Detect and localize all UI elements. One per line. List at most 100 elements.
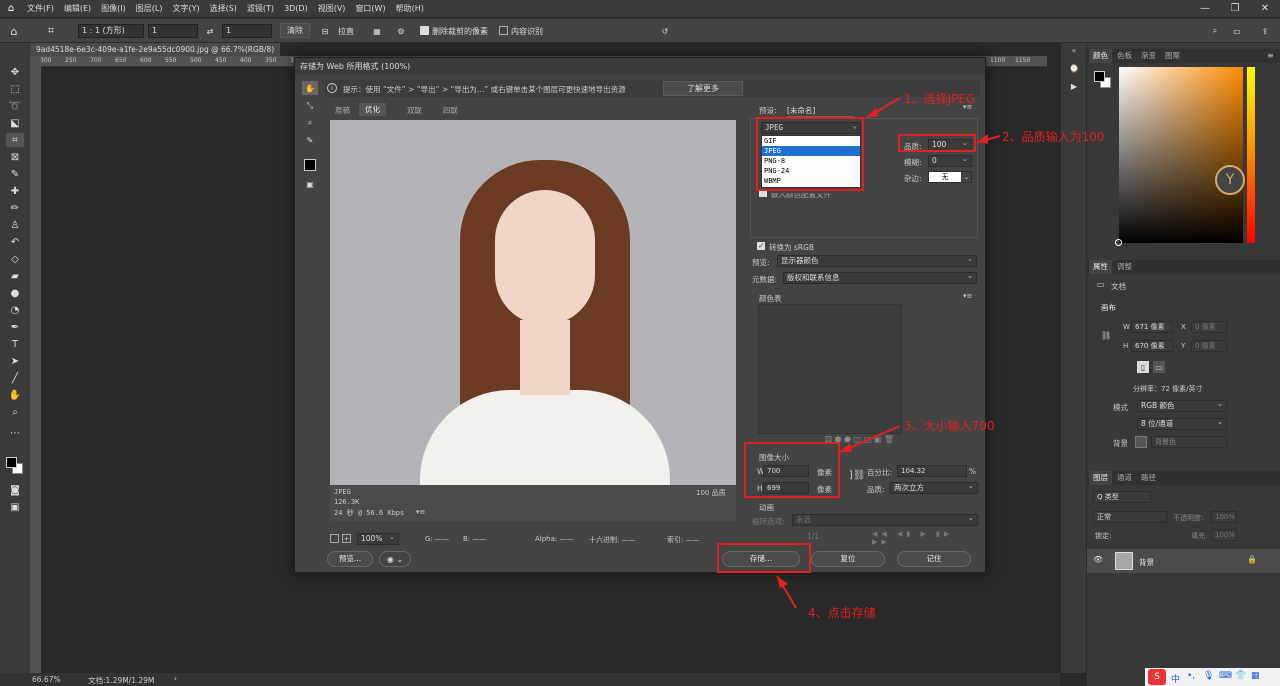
delete-cropped-checkbox[interactable]	[420, 26, 429, 35]
brush-tool-icon[interactable]: ✏	[6, 201, 24, 215]
tab-2up[interactable]: 双联	[407, 105, 422, 116]
depth-select[interactable]: 8 位/通道	[1137, 417, 1227, 430]
tab-channels[interactable]: 通道	[1113, 471, 1136, 485]
sogou-icon[interactable]: S	[1148, 669, 1166, 685]
history-icon[interactable]: ⌚	[1067, 61, 1081, 75]
object-select-tool-icon[interactable]: ⬕	[6, 116, 24, 130]
mic-icon[interactable]: 🎙	[1203, 671, 1214, 681]
tab-optimized[interactable]: 优化	[359, 103, 386, 116]
straighten-icon[interactable]: ⊟	[318, 24, 332, 38]
zoom-tool-icon[interactable]: ⌕	[302, 116, 318, 130]
menu-window[interactable]: 窗口(W)	[350, 3, 390, 14]
healing-tool-icon[interactable]: ✚	[6, 184, 24, 198]
opacity-field[interactable]: 100%	[1211, 511, 1237, 523]
keyboard-icon[interactable]: ⌨	[1219, 671, 1232, 681]
resample-select[interactable]: 两次立方	[890, 481, 978, 494]
canvas-width-field[interactable]: 671 像素	[1131, 321, 1173, 333]
menu-help[interactable]: 帮助(H)	[391, 3, 429, 14]
reset-icon[interactable]: ↺	[658, 24, 672, 38]
screen-mode-icon[interactable]: ▣	[6, 500, 24, 514]
eyedropper-color-swatch[interactable]	[304, 159, 316, 171]
gear-icon[interactable]: ⚙	[394, 24, 408, 38]
dodge-tool-icon[interactable]: ◔	[6, 303, 24, 317]
tab-4up[interactable]: 四联	[443, 105, 458, 116]
menu-image[interactable]: 图像(I)	[96, 3, 131, 14]
crop-tool-icon[interactable]: ⌗	[6, 133, 24, 147]
blur-field[interactable]: 0	[928, 154, 972, 167]
loop-select[interactable]: 永远	[792, 513, 978, 526]
apps-icon[interactable]: ▦	[1251, 671, 1260, 681]
path-select-icon[interactable]: ➤	[6, 354, 24, 368]
color-table-menu-icon[interactable]: ▾≡	[963, 292, 972, 300]
menu-type[interactable]: 文字(Y)	[167, 3, 204, 14]
swap-icon[interactable]: ⇄	[203, 24, 217, 38]
background-select[interactable]: 背景色	[1151, 436, 1227, 448]
metadata-select[interactable]: 版权和联系信息	[783, 271, 977, 284]
canvas-y-field[interactable]: 0 像素	[1191, 340, 1227, 352]
quick-mask-icon[interactable]: ◙	[6, 483, 24, 497]
tab-pattern[interactable]: 图案	[1161, 49, 1184, 63]
menu-filter[interactable]: 滤镜(T)	[242, 3, 279, 14]
tab-gradient[interactable]: 渐变	[1137, 49, 1160, 63]
search-icon[interactable]: ⌕	[1208, 24, 1222, 38]
color-picker-handle[interactable]	[1115, 239, 1122, 246]
ime-punct-icon[interactable]: •,	[1187, 671, 1195, 681]
hand-tool-icon[interactable]: ✋	[6, 388, 24, 402]
restore-button[interactable]: ❐	[1220, 0, 1250, 18]
ratio-width-field[interactable]: 1	[148, 24, 198, 38]
menu-layer[interactable]: 图层(L)	[131, 3, 168, 14]
fg-swatch[interactable]	[1094, 71, 1105, 82]
slice-select-icon[interactable]: ⤡	[302, 99, 318, 113]
tab-swatches[interactable]: 色板	[1113, 49, 1136, 63]
blend-mode-select[interactable]: 正常	[1093, 511, 1167, 523]
tab-original[interactable]: 原稿	[335, 105, 350, 116]
marquee-tool-icon[interactable]: ⬚	[6, 82, 24, 96]
tab-layers[interactable]: 图层	[1089, 471, 1112, 485]
layer-filter-select[interactable]: Q 类型	[1093, 491, 1151, 503]
ime-language[interactable]: 中	[1171, 672, 1180, 685]
menu-view[interactable]: 视图(V)	[313, 3, 351, 14]
canvas-height-field[interactable]: 670 像素	[1131, 340, 1173, 352]
tab-paths[interactable]: 路径	[1137, 471, 1160, 485]
zoom-tool-icon[interactable]: ⌕	[6, 405, 24, 419]
gradient-tool-icon[interactable]: ▰	[6, 269, 24, 283]
content-aware-checkbox[interactable]	[499, 26, 508, 35]
fill-field[interactable]: 100%	[1211, 529, 1237, 541]
toggle-slices-icon[interactable]: ▣	[303, 178, 317, 190]
reset-button[interactable]: 复位	[811, 551, 885, 567]
percent-field[interactable]: 104.32	[897, 465, 967, 477]
skin-icon[interactable]: 👕	[1235, 671, 1246, 681]
ratio-height-field[interactable]: 1	[222, 24, 272, 38]
move-tool-icon[interactable]: ✥	[6, 65, 24, 79]
type-tool-icon[interactable]: T	[6, 337, 24, 351]
matte-select[interactable]: 无 ⌄	[928, 171, 972, 183]
tab-adjustments[interactable]: 调整	[1113, 260, 1136, 274]
workspace-icon[interactable]: ▭	[1230, 24, 1244, 38]
share-icon[interactable]: ⇪	[1258, 24, 1272, 38]
preset-value[interactable]: [未命名]	[787, 105, 853, 117]
portrait-icon[interactable]: ▯	[1137, 361, 1149, 373]
constrain-link-icon[interactable]: ]⛓	[849, 470, 866, 481]
link-icon[interactable]: ⛓	[1101, 331, 1111, 340]
play-icon[interactable]: ▶	[1067, 79, 1081, 93]
menu-select[interactable]: 选择(S)	[205, 3, 242, 14]
straighten-label[interactable]: 拉直	[338, 26, 354, 37]
zoom-minus-button[interactable]	[330, 534, 339, 543]
mode-select[interactable]: RGB 颜色	[1137, 399, 1227, 412]
tab-color[interactable]: 颜色	[1089, 49, 1112, 63]
menu-file[interactable]: 文件(F)	[22, 3, 59, 14]
grid-overlay-icon[interactable]: ▦	[370, 24, 384, 38]
eyedropper-tool-icon[interactable]: ✎	[6, 167, 24, 181]
menu-3d[interactable]: 3D(D)	[279, 4, 313, 13]
layer-name[interactable]: 背景	[1139, 557, 1154, 568]
remember-button[interactable]: 记住	[897, 551, 971, 567]
preview-select[interactable]: 显示器颜色	[777, 254, 977, 267]
background-color-box[interactable]	[1135, 436, 1147, 448]
pen-tool-icon[interactable]: ✒	[6, 320, 24, 334]
plugin-badge-icon[interactable]: Y	[1215, 165, 1245, 195]
zoom-select[interactable]: 100%	[357, 532, 399, 545]
preview-area[interactable]	[330, 120, 736, 485]
info-menu-icon[interactable]: ▾≡	[416, 508, 425, 516]
status-arrow-icon[interactable]: ›	[174, 674, 177, 683]
browser-select-icon[interactable]: ◉ ⌄	[379, 551, 411, 567]
